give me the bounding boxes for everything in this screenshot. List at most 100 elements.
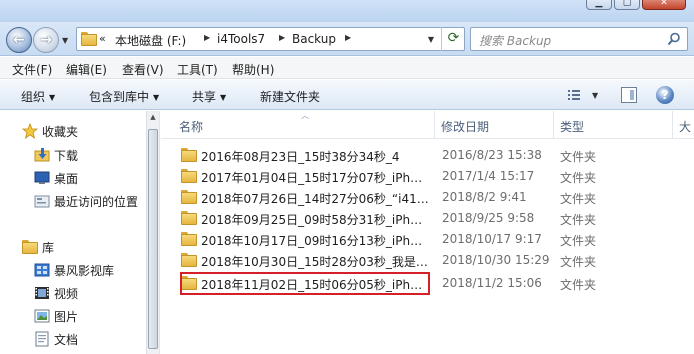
file-type: 文件夹 [560,192,597,206]
back-arrow-icon: ← [13,32,25,48]
nav-libraries-label: 库 [42,241,55,255]
file-modified: 2018/11/2 15:06 [442,276,542,290]
folder-icon [81,32,97,46]
breadcrumb-separator-icon[interactable]: ▶ [204,33,210,42]
command-bar: 组织 ▼ 包含到库中 ▼ 共享 ▼ 新建文件夹 ▼ ? [0,80,694,110]
file-name: 2018年10月30日_15时28分03秒_我是光… [201,255,429,269]
file-modified: 2018/8/2 9:41 [442,190,527,204]
help-icon: ? [661,88,669,102]
nav-item-label: 视频 [54,287,79,301]
preview-pane-button[interactable] [621,87,637,103]
file-row[interactable]: 2017年01月04日_15时17分07秒_iPhone 2017/1/4 15… [161,166,694,187]
column-header-row: ︿ 名称 修改日期 类型 大 [161,111,694,139]
file-row[interactable]: 2018年10月17日_09时16分13秒_iPhone 2018/10/17 … [161,229,694,250]
column-header-type[interactable]: 类型 [560,118,584,135]
recent-places-icon [34,193,50,209]
file-name: 2018年09月25日_09时58分31秒_iPhone [201,213,429,227]
scrollbar-thumb[interactable] [148,129,158,349]
address-dropdown-icon[interactable]: ▼ [428,35,434,44]
navigation-pane-scrollbar[interactable]: ▲ [146,111,160,354]
file-type: 文件夹 [560,171,597,185]
back-button[interactable]: ← [6,27,32,53]
breadcrumb-separator-icon[interactable]: ▶ [345,33,351,42]
sort-ascending-icon: ︿ [301,111,309,120]
file-row[interactable]: 2018年10月30日_15时28分03秒_我是光… 2018/10/30 15… [161,250,694,271]
file-name: 2017年01月04日_15时17分07秒_iPhone [201,171,429,185]
change-view-button[interactable]: ▼ [566,86,606,104]
desktop-icon [34,170,50,186]
breadcrumb-drive[interactable]: 本地磁盘 (F:) [115,32,186,49]
address-bar[interactable]: « 本地磁盘 (F:) ▶ i4Tools7 ▶ Backup ▶ ▼ [76,27,465,51]
menu-view[interactable]: 查看(V) [122,61,164,78]
refresh-button[interactable]: ⟳ [441,27,465,51]
new-folder-button[interactable]: 新建文件夹 [260,88,320,105]
film-icon [34,285,50,301]
recent-pages-dropdown-icon[interactable]: ▼ [62,36,68,45]
nav-item-label: 最近访问的位置 [54,195,139,209]
help-button[interactable]: ? [656,86,674,104]
folder-icon [181,253,197,267]
view-list-icon: ▼ [568,90,599,100]
search-input[interactable]: 搜索 Backup [470,27,688,51]
column-divider[interactable] [434,111,435,139]
menu-bar: 文件(F) 编辑(E) 查看(V) 工具(T) 帮助(H) [0,57,694,79]
pictures-icon [34,308,50,324]
forward-button[interactable]: → [33,27,59,53]
download-folder-icon [34,147,50,163]
include-in-library-button[interactable]: 包含到库中 ▼ [89,88,159,105]
file-modified: 2018/9/25 9:58 [442,211,535,225]
column-divider[interactable] [672,111,673,139]
breadcrumb-i4tools7[interactable]: i4Tools7 [217,32,265,46]
column-header-name[interactable]: 名称 [179,118,203,135]
file-type: 文件夹 [560,234,597,248]
file-type: 文件夹 [560,213,597,227]
breadcrumb-overflow[interactable]: « [99,32,106,45]
file-modified: 2018/10/30 15:29 [442,253,550,267]
share-label: 共享 [192,90,217,104]
file-name: 2018年07月26日_14时27分06秒_“i418… [201,192,429,206]
folder-icon [181,148,197,162]
forward-arrow-icon: → [40,32,52,48]
share-button[interactable]: 共享 ▼ [192,88,226,105]
file-row[interactable]: 2016年08月23日_15时38分34秒_4 2016/8/23 15:38 … [161,145,694,166]
maximize-icon: ▢ [622,0,632,8]
column-header-size[interactable]: 大 [679,118,691,135]
search-icon[interactable] [667,32,681,49]
file-row-highlighted[interactable]: 2018年11月02日_15时06分05秒_iPhon… 2018/11/2 1… [161,273,694,294]
menu-file[interactable]: 文件(F) [12,61,52,78]
maximize-button[interactable]: ▢ [614,0,640,10]
chevron-down-icon: ▼ [49,93,56,102]
folder-icon [181,211,197,225]
close-button[interactable]: ✕ [642,0,686,10]
column-divider[interactable] [553,111,554,139]
file-modified: 2016/8/23 15:38 [442,148,542,162]
organize-button[interactable]: 组织 ▼ [21,88,55,105]
column-header-modified[interactable]: 修改日期 [441,118,489,135]
menu-help[interactable]: 帮助(H) [232,61,274,78]
minimize-icon: ▁ [595,0,603,8]
video-library-icon [34,262,50,278]
menu-edit[interactable]: 编辑(E) [66,61,107,78]
include-in-library-label: 包含到库中 [89,90,150,104]
scroll-up-icon[interactable]: ▲ [147,113,159,121]
minimize-button[interactable]: ▁ [586,0,612,10]
folder-icon [181,169,197,183]
documents-icon [34,331,50,347]
file-row[interactable]: 2018年09月25日_09时58分31秒_iPhone 2018/9/25 9… [161,208,694,229]
breadcrumb-separator-icon[interactable]: ▶ [279,33,285,42]
svg-text:▼: ▼ [592,91,599,100]
nav-item-label: 下载 [54,149,79,163]
file-type: 文件夹 [560,150,597,164]
navigation-pane: 收藏夹 下载 桌面 最近访问的位置 库 暴风影视库 视频 图片 文档 [0,111,146,354]
nav-item-label: 桌面 [54,172,79,186]
address-row: ← → ▼ « 本地磁盘 (F:) ▶ i4Tools7 ▶ Backup ▶ … [0,22,694,56]
breadcrumb-backup[interactable]: Backup [292,32,336,46]
menu-tools[interactable]: 工具(T) [177,61,218,78]
search-placeholder: 搜索 Backup [479,34,552,48]
window-controls: ▁ ▢ ✕ [586,0,686,10]
file-name: 2016年08月23日_15时38分34秒_4 [201,150,400,164]
file-modified: 2018/10/17 9:17 [442,232,542,246]
file-row[interactable]: 2018年07月26日_14时27分06秒_“i418… 2018/8/2 9:… [161,187,694,208]
library-icon [22,239,38,255]
file-name: 2018年11月02日_15时06分05秒_iPhon… [201,278,429,292]
